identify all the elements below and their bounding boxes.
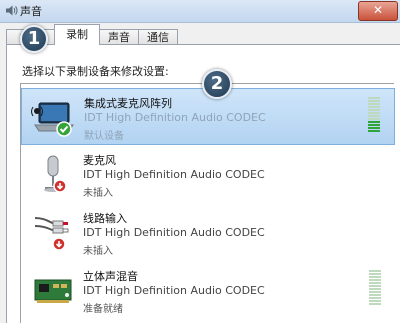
step-callout-2: 2 xyxy=(202,69,232,99)
level-meter-segment xyxy=(369,300,381,302)
device-row-microphone[interactable]: 麦克风 IDT High Definition Audio CODEC 未插入 xyxy=(21,146,395,203)
device-name: 麦克风 xyxy=(83,154,116,167)
level-meter-segment xyxy=(368,127,380,129)
level-meter-segment xyxy=(369,294,381,296)
step-callout-1: 1 xyxy=(20,25,48,53)
level-meter-segment xyxy=(369,297,381,299)
device-driver: IDT High Definition Audio CODEC xyxy=(83,226,265,239)
level-meter-segment xyxy=(369,303,381,305)
level-meter-segment xyxy=(368,130,380,132)
level-meter xyxy=(369,270,381,308)
level-meter-segment xyxy=(368,121,380,123)
sound-card-icon xyxy=(34,279,72,303)
level-meter-segment xyxy=(368,100,380,102)
level-meter-segment xyxy=(368,118,380,120)
close-button[interactable]: ✕ xyxy=(358,1,398,21)
tab-recording[interactable]: 录制 xyxy=(54,24,100,45)
microphone-icon xyxy=(44,155,67,193)
device-name: 线路输入 xyxy=(83,212,127,225)
line-in-cable-icon xyxy=(34,217,69,251)
device-status: 未插入 xyxy=(83,188,113,199)
speaker-icon xyxy=(6,5,18,16)
level-meter-segment xyxy=(369,288,381,290)
level-meter-segment xyxy=(369,279,381,281)
level-meter-segment xyxy=(368,115,380,117)
device-driver: IDT High Definition Audio CODEC xyxy=(83,284,265,297)
level-meter-segment xyxy=(369,282,381,284)
tab-communications[interactable]: 通信 xyxy=(138,29,178,44)
window-title-bar: 声音 ✕ xyxy=(0,0,400,23)
level-meter-segment xyxy=(368,112,380,114)
laptop-microphone-icon xyxy=(31,102,74,137)
level-meter-segment xyxy=(368,124,380,126)
level-meter xyxy=(368,97,380,135)
level-meter-segment xyxy=(369,285,381,287)
device-name: 集成式麦克风阵列 xyxy=(84,97,172,110)
device-row-stereo-mix[interactable]: 立体声混音 IDT High Definition Audio CODEC 准备… xyxy=(21,262,395,319)
tab-strip: 播放 录制 声音 通信 xyxy=(0,23,400,45)
level-meter-segment xyxy=(369,273,381,275)
instruction-text: 选择以下录制设备来修改设置: xyxy=(22,65,169,78)
level-meter-segment xyxy=(368,103,380,105)
level-meter-segment xyxy=(369,270,381,272)
device-driver: IDT High Definition Audio CODEC xyxy=(84,111,266,124)
recording-device-list[interactable]: 集成式麦克风阵列 IDT High Definition Audio CODEC… xyxy=(20,83,395,323)
device-status: 默认设备 xyxy=(84,131,124,142)
device-status: 准备就绪 xyxy=(83,304,123,315)
level-meter-segment xyxy=(368,109,380,111)
device-name: 立体声混音 xyxy=(83,270,138,283)
level-meter-segment xyxy=(369,276,381,278)
level-meter-segment xyxy=(368,97,380,99)
window-title: 声音 xyxy=(20,5,42,18)
device-driver: IDT High Definition Audio CODEC xyxy=(83,168,265,181)
device-row-line-in[interactable]: 线路输入 IDT High Definition Audio CODEC 未插入 xyxy=(21,204,395,261)
device-status: 未插入 xyxy=(83,246,113,257)
level-meter-segment xyxy=(368,106,380,108)
level-meter-segment xyxy=(369,291,381,293)
tab-sounds[interactable]: 声音 xyxy=(99,29,139,44)
